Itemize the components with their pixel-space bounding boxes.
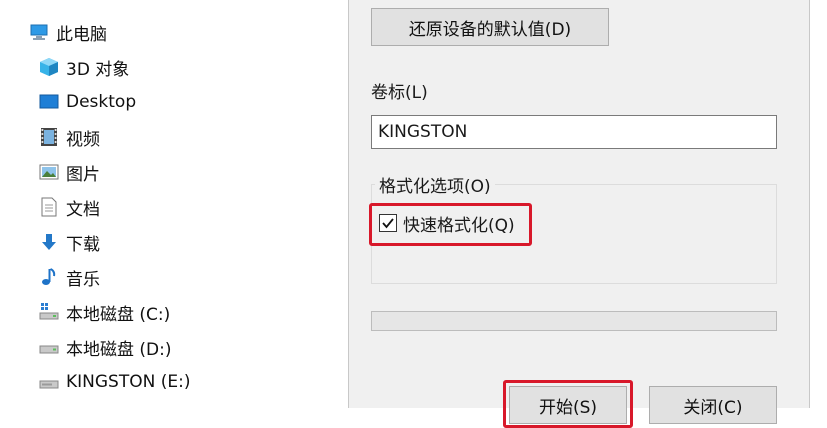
drive-c-icon: [38, 301, 60, 323]
sidebar-item-label: 文档: [66, 199, 100, 220]
sidebar-item-label: Desktop: [66, 92, 137, 112]
sidebar-item-music[interactable]: 音乐: [38, 262, 328, 292]
sidebar-item-label: 音乐: [66, 269, 100, 290]
sidebar-item-label: KINGSTON (E:): [66, 372, 191, 392]
sidebar-item-label: 3D 对象: [66, 59, 130, 80]
sidebar-item-downloads[interactable]: 下载: [38, 227, 328, 257]
start-button-highlight: [503, 380, 633, 428]
sidebar-item-desktop[interactable]: Desktop: [38, 87, 328, 117]
sidebar-item-this-pc[interactable]: 此电脑: [28, 17, 318, 47]
this-pc-icon: [28, 21, 50, 43]
close-button[interactable]: 关闭(C): [649, 386, 777, 424]
3d-objects-icon: [38, 56, 60, 78]
volume-label-input[interactable]: KINGSTON: [371, 115, 777, 149]
sidebar-item-drive-d[interactable]: 本地磁盘 (D:): [38, 332, 328, 362]
format-dialog: 还原设备的默认值(D) 卷标(L) KINGSTON 格式化选项(O) 快速格式…: [348, 0, 810, 428]
quick-format-highlight: [369, 203, 532, 246]
restore-defaults-button[interactable]: 还原设备的默认值(D): [371, 8, 609, 46]
downloads-icon: [38, 231, 60, 253]
sidebar-item-label: 本地磁盘 (C:): [66, 304, 171, 325]
sidebar-item-kingston[interactable]: KINGSTON (E:): [38, 367, 328, 397]
format-options-title: 格式化选项(O): [375, 172, 495, 197]
sidebar-item-drive-c[interactable]: 本地磁盘 (C:): [38, 297, 328, 327]
videos-icon: [38, 126, 60, 148]
sidebar-item-pictures[interactable]: 图片: [38, 157, 328, 187]
sidebar-item-3d-objects[interactable]: 3D 对象: [38, 52, 328, 82]
sidebar-item-label: 本地磁盘 (D:): [66, 339, 172, 360]
drive-d-icon: [38, 336, 60, 358]
volume-label-value: KINGSTON: [378, 122, 468, 142]
volume-label-caption: 卷标(L): [371, 83, 428, 103]
sidebar-item-label: 视频: [66, 129, 100, 150]
documents-icon: [38, 196, 60, 218]
usb-drive-icon: [38, 371, 60, 393]
format-progress-bar: [371, 311, 777, 331]
sidebar-item-label: 此电脑: [56, 24, 107, 45]
sidebar-item-documents[interactable]: 文档: [38, 192, 328, 222]
pictures-icon: [38, 161, 60, 183]
navigation-pane: 此电脑 3D 对象 Desktop 视频 图片 文档 下载 音乐 本地磁盘 (C…: [0, 0, 345, 400]
sidebar-item-label: 下载: [66, 234, 100, 255]
sidebar-item-videos[interactable]: 视频: [38, 122, 328, 152]
desktop-icon: [38, 91, 60, 113]
music-icon: [38, 266, 60, 288]
sidebar-item-label: 图片: [66, 164, 100, 185]
